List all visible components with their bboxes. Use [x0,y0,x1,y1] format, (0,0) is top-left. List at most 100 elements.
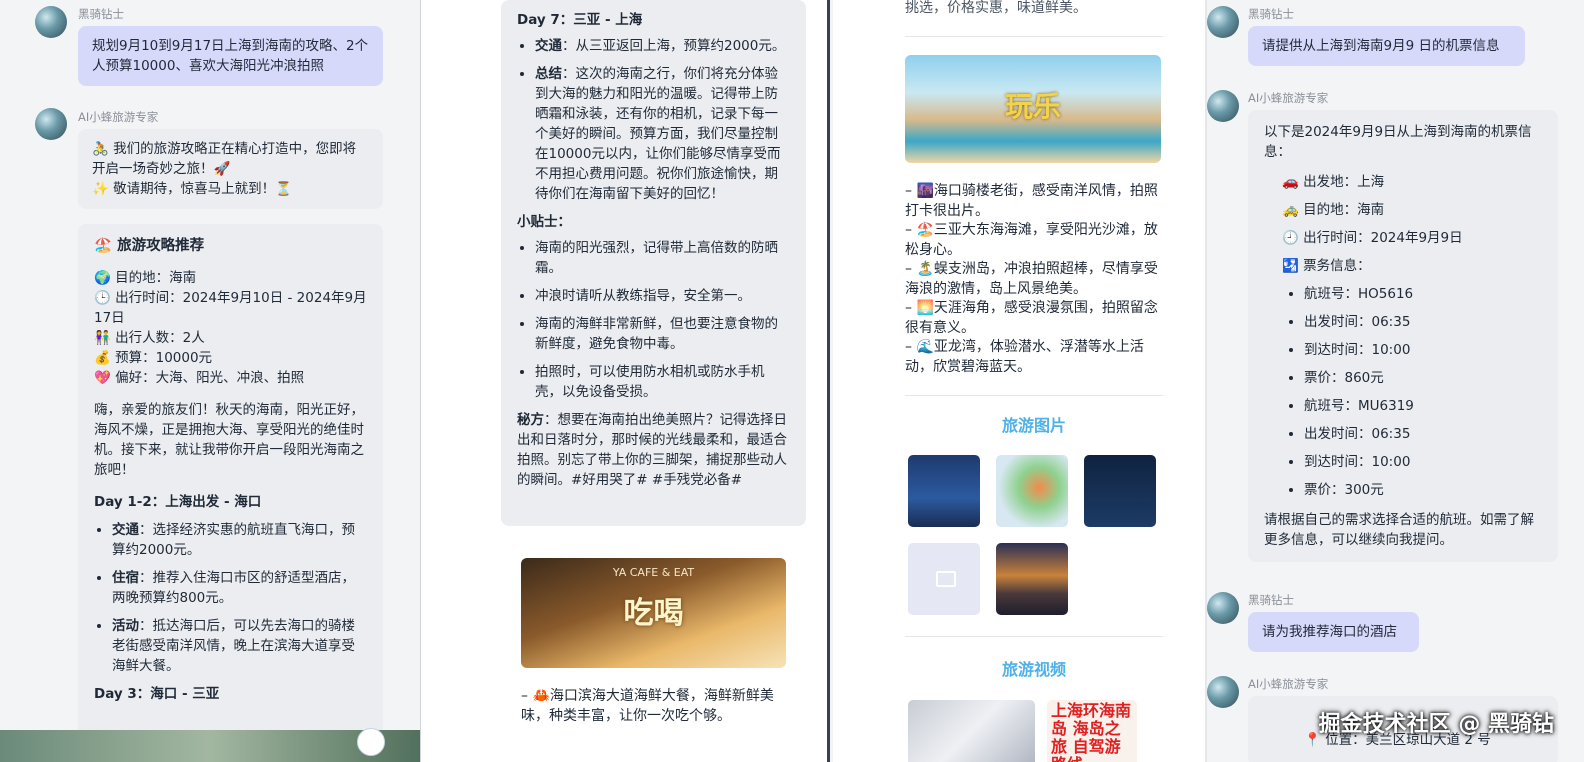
flight-list: 航班号：HO5616 出发时间：06:35 到达时间：10:00 票价：860元… [1264,280,1542,504]
photo-placeholder[interactable] [908,543,980,615]
item-key: 交通 [112,522,139,538]
flight-detail: 票价：300元 [1304,476,1542,504]
item-value: ：想要在海南拍出绝美照片？记得选择日出和日落时分，那时候的光线最柔和，最适合拍照… [517,412,787,488]
tips-title: 小贴士： [517,214,571,230]
day-title: Day 3：海口 - 三亚 [94,686,220,702]
fun-image[interactable]: 玩乐 [905,55,1161,163]
settings-icon[interactable] [357,728,385,756]
ai-status-line: 🚴 我们的旅游攻略正在精心打造中，您即将开启一场奇妙之旅！🚀 [92,141,357,177]
info-line: 👫 出行人数：2人 [94,330,205,346]
image-icon [936,571,956,587]
tip-item: 海南的阳光强烈，记得带上高倍数的防晒霜。 [535,238,790,278]
flight-detail: 出发时间：06:35 [1304,420,1542,448]
day-list: 交通：选择经济实惠的航班直飞海口，预算约2000元。 住宿：推荐入住海口市区的舒… [94,520,367,676]
item-key: 活动 [112,618,139,634]
day-title: Day 7：三亚 - 上海 [517,12,643,28]
item-key: 秘方 [517,412,544,428]
flight-info-line: 🚗 出发地：上海 [1282,174,1385,190]
tip-item: 拍照时，可以使用防水相机或防水手机壳，以免设备受损。 [535,362,790,402]
item-value: ：这次的海南之行，你们将充分体验到大海的魅力和阳光的温暖。记得带上防晒霜和泳装，… [535,66,781,202]
video-thumbnail[interactable]: 上海环海南岛 海岛之旅 自驾游路线 [1047,700,1137,762]
user-name: 黑骑钻士 [1248,593,1294,607]
video-thumbnail[interactable] [908,700,1035,762]
day-item: 交通：选择经济实惠的航班直飞海口，预算约2000元。 [112,520,367,560]
user-avatar [1207,6,1239,38]
day-title: Day 1-2：上海出发 - 海口 [94,494,262,510]
user-name: 黑骑钻士 [1248,7,1294,21]
photo-thumbnail[interactable] [996,543,1068,615]
itinerary-card-continued: Day 7：三亚 - 上海 交通：从三亚返回上海，预算约2000元。 总结：这次… [501,0,806,526]
intro-text: 嗨，亲爱的旅友们！秋天的海南，阳光正好，海风不燥，正是拥抱大海、享受阳光的绝佳时… [94,402,364,478]
fun-title: 玩乐 [1004,90,1061,123]
day-item: 活动：抵达海口后，可以先去海口的骑楼老街感受南洋风情，晚上在滨海大道享受海鲜大餐… [112,616,367,676]
fun-list: – 🌆海口骑楼老街，感受南洋风情，拍照打卡很出片。 – 🏖️三亚大东海海滩，享受… [905,182,1171,377]
ai-name: AI小蜂旅游专家 [78,110,159,124]
photo-thumbnail[interactable] [996,455,1068,527]
itinerary-card: 🏖️ 旅游攻略推荐 🌍 目的地：海南 🕒 出行时间：2024年9月10日 - 2… [78,224,383,762]
ai-status-message: 🚴 我们的旅游攻略正在精心打造中，您即将开启一场奇妙之旅！🚀 ✨ 敬请期待，惊喜… [78,129,383,209]
user-message: 请为我推荐海口的酒店 [1248,612,1419,652]
videos-title: 旅游视频 [1001,660,1066,679]
divider [905,395,1163,396]
photo-thumbnail[interactable] [1084,455,1156,527]
card-title: 🏖️ 旅游攻略推荐 [94,238,205,254]
ai-avatar [1207,90,1239,122]
chat-panel-1: 黑骑钻士 规划9月10到9月17日上海到海南的攻略、2个人预算10000、喜欢大… [0,0,420,762]
ai-status-line: ✨ 敬请期待，惊喜马上就到！⏳ [92,181,292,197]
fun-item: – 🌆海口骑楼老街，感受南洋风情，拍照打卡很出片。 [905,183,1158,219]
info-line: 💖 偏好：大海、阳光、冲浪、拍照 [94,370,305,386]
ai-name: AI小蜂旅游专家 [1248,677,1329,691]
flight-info-line: 🚕 目的地：海南 [1282,202,1385,218]
ai-avatar [35,108,67,140]
flight-detail: 出发时间：06:35 [1304,308,1542,336]
video-caption: 上海环海南岛 海岛之旅 自驾游路线 [1051,701,1132,762]
top-text: 挑选，价格实惠，味道鲜美。 [905,0,1087,16]
flight-info-line: 🛂 票务信息： [1282,258,1371,274]
flight-outro: 请根据自己的需求选择合适的航班。如需了解更多信息，可以继续向我提问。 [1264,512,1534,548]
photo-thumbnail[interactable] [908,455,980,527]
watermark: 掘金技术社区 @ 黑骑钻 [1318,712,1554,737]
user-name: 黑骑钻士 [78,7,124,21]
fun-item: – 🌅天涯海角，感受浪漫氛围，拍照留念很有意义。 [905,300,1158,336]
photos-title: 旅游图片 [1001,416,1066,435]
food-title: 吃喝 [623,596,684,631]
flight-detail: 到达时间：10:00 [1304,336,1542,364]
user-avatar [35,6,67,38]
info-line: 🌍 目的地：海南 [94,270,197,286]
item-key: 住宿 [112,570,139,586]
user-avatar [1207,592,1239,624]
chat-panel-4: 黑骑钻士 请提供从上海到海南9月9 日的机票信息 AI小蜂旅游专家 以下是202… [1205,0,1584,762]
flight-detail: 票价：860元 [1304,364,1542,392]
tip-item: 冲浪时请听从教练指导，安全第一。 [535,286,790,306]
flight-detail: 航班号：HO5616 [1304,280,1542,308]
item-key: 总结 [535,66,562,82]
flight-info-line: 🕘 出行时间：2024年9月9日 [1282,230,1463,246]
day-item: 住宿：推荐入住海口市区的舒适型酒店，两晚预算约800元。 [112,568,367,608]
info-line: 💰 预算：10000元 [94,350,213,366]
fun-item: – 🌊亚龙湾，体验潜水、浮潜等水上活动，欣赏碧海蓝天。 [905,339,1144,375]
food-sign: YA CAFE & EAT [612,566,695,579]
divider [905,36,1163,37]
fun-item: – 🏝️蜈支洲岛，冲浪拍照超棒，尽情享受海浪的激情，岛上风景绝美。 [905,261,1158,297]
ai-name: AI小蜂旅游专家 [1248,91,1329,105]
flight-intro: 以下是2024年9月9日从上海到海南的机票信息： [1264,124,1532,160]
day-list: 交通：从三亚返回上海，预算约2000元。 总结：这次的海南之行，你们将充分体验到… [517,36,790,204]
item-key: 交通 [535,38,562,54]
tips-list: 海南的阳光强烈，记得带上高倍数的防晒霜。 冲浪时请听从教练指导，安全第一。 海南… [517,238,790,402]
day-item: 总结：这次的海南之行，你们将充分体验到大海的魅力和阳光的温暖。记得带上防晒霜和泳… [535,64,790,204]
item-value: ：从三亚返回上海，预算约2000元。 [562,38,786,54]
day-item: 交通：从三亚返回上海，预算约2000元。 [535,36,790,56]
food-image[interactable]: YA CAFE & EAT 吃喝 [521,558,786,668]
divider [905,636,1163,637]
fun-item: – 🏖️三亚大东海海滩，享受阳光沙滩，放松身心。 [905,222,1158,258]
user-message: 请提供从上海到海南9月9 日的机票信息 [1248,26,1525,66]
chat-panel-2: Day 7：三亚 - 上海 交通：从三亚返回上海，预算约2000元。 总结：这次… [420,0,830,762]
user-message: 规划9月10到9月17日上海到海南的攻略、2个人预算10000、喜欢大海阳光冲浪… [78,26,383,86]
secret-tip: 秘方：想要在海南拍出绝美照片？记得选择日出和日落时分，那时候的光线最柔和，最适合… [517,410,790,490]
food-text: – 🦀海口滨海大道海鲜大餐，海鲜新鲜美味，种类丰富，让你一次吃个够。 [521,688,774,724]
tip-item: 海南的海鲜非常新鲜，但也要注意食物的新鲜度，避免食物中毒。 [535,314,790,354]
flight-info-message: 以下是2024年9月9日从上海到海南的机票信息： 🚗 出发地：上海 🚕 目的地：… [1248,110,1558,562]
chat-panel-3: 挑选，价格实惠，味道鲜美。 玩乐 – 🌆海口骑楼老街，感受南洋风情，拍照打卡很出… [833,0,1205,762]
item-value: ：选择经济实惠的航班直飞海口，预算约2000元。 [112,522,355,558]
ai-avatar [1207,676,1239,708]
